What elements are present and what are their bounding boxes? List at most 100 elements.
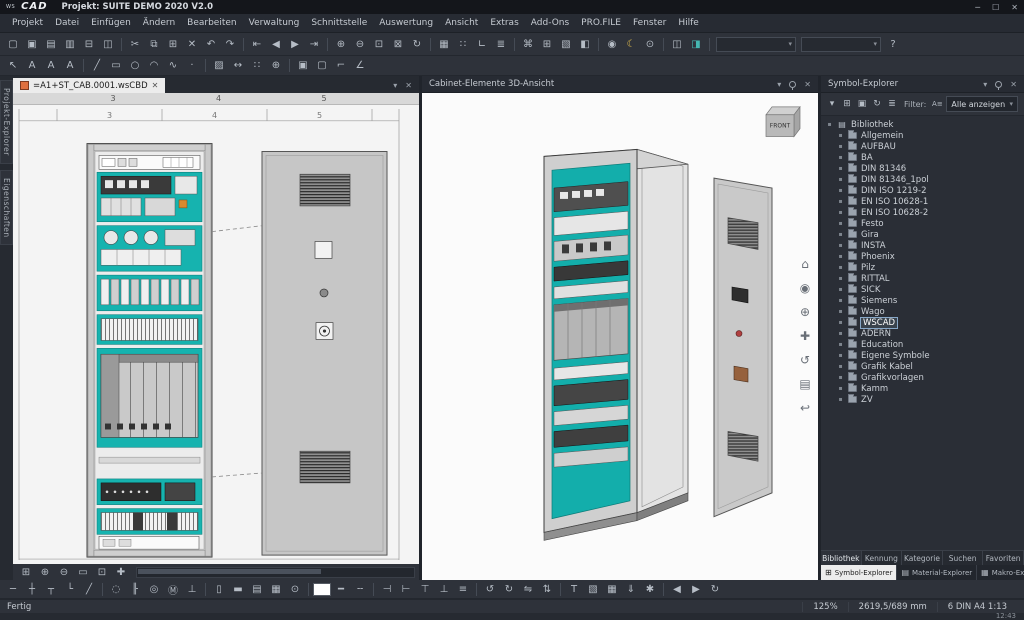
expander-icon[interactable]: ▪ bbox=[837, 363, 844, 370]
zoom-in-icon[interactable]: ⊕ bbox=[332, 37, 350, 52]
view-mode-icon[interactable]: ≣ bbox=[885, 97, 899, 112]
menu-ansicht[interactable]: Ansicht bbox=[439, 16, 484, 30]
image-tool-icon[interactable]: ▧ bbox=[584, 582, 602, 597]
view-tab-kategorie[interactable]: Kategorie bbox=[902, 551, 943, 565]
menu-verwaltung[interactable]: Verwaltung bbox=[243, 16, 306, 30]
tree-item-grafikvorlagen[interactable]: ▪Grafikvorlagen bbox=[826, 372, 1024, 383]
text-style-large-icon[interactable]: A bbox=[23, 58, 41, 73]
expander-icon[interactable]: ▪ bbox=[837, 275, 844, 282]
tree-item-aufbau[interactable]: ▪AUFBAU bbox=[826, 141, 1024, 152]
expander-icon[interactable]: ▪ bbox=[837, 143, 844, 150]
pdf-export-icon[interactable]: ⇓ bbox=[622, 582, 640, 597]
print-icon[interactable]: ⊟ bbox=[80, 37, 98, 52]
mirror-vertical-icon[interactable]: ⇅ bbox=[538, 582, 556, 597]
expander-icon[interactable]: ▪ bbox=[837, 231, 844, 238]
panel-tab-makro-explorer[interactable]: ▦Makro-Explorer bbox=[977, 565, 1024, 580]
draw-arc-icon[interactable]: ◠ bbox=[145, 58, 163, 73]
side-tab-eigenschaften[interactable]: Eigenschaften bbox=[0, 170, 13, 246]
mirror-horizontal-icon[interactable]: ⇋ bbox=[519, 582, 537, 597]
insert-node-icon[interactable]: ⊕ bbox=[267, 58, 285, 73]
draw-polyline-icon[interactable]: ∿ bbox=[164, 58, 182, 73]
tree-collapse-icon[interactable]: ▾ bbox=[825, 97, 839, 112]
text-style-medium-icon[interactable]: A bbox=[42, 58, 60, 73]
rotate-view-icon[interactable]: ↺ bbox=[797, 352, 813, 368]
tree-item-eigene-symbole[interactable]: ▪Eigene Symbole bbox=[826, 350, 1024, 361]
tree-item-gira[interactable]: ▪Gira bbox=[826, 229, 1024, 240]
view-tab-bibliothek[interactable]: Bibliothek bbox=[821, 551, 862, 565]
expander-icon[interactable]: ▪ bbox=[837, 220, 844, 227]
expander-icon[interactable]: ▪ bbox=[837, 253, 844, 260]
menu-einf-gen[interactable]: Einfügen bbox=[85, 16, 137, 30]
tree-item-zv[interactable]: ▪ZV bbox=[826, 394, 1024, 405]
undo-icon[interactable]: ↶ bbox=[202, 37, 220, 52]
expander-icon[interactable]: ▪ bbox=[837, 308, 844, 315]
drawing-2d-canvas[interactable]: 3 4 5 bbox=[13, 105, 419, 564]
tree-item-grafik-kabel[interactable]: ▪Grafik Kabel bbox=[826, 361, 1024, 372]
zoom-fit-icon[interactable]: ⊠ bbox=[389, 37, 407, 52]
menu-datei[interactable]: Datei bbox=[49, 16, 85, 30]
menu-auswertung[interactable]: Auswertung bbox=[373, 16, 439, 30]
panel-tab-material-explorer[interactable]: ▤Material-Explorer bbox=[897, 565, 977, 580]
expander-icon[interactable]: ▪ bbox=[837, 176, 844, 183]
view-tab-suchen[interactable]: Suchen bbox=[943, 551, 984, 565]
panel-menu-icon[interactable]: ▾ bbox=[777, 80, 781, 89]
view-tab-favoriten[interactable]: Favoriten bbox=[983, 551, 1024, 565]
redraw-icon[interactable]: ↻ bbox=[408, 37, 426, 52]
scale-combo[interactable]: ▾ bbox=[801, 37, 881, 52]
tree-item-education[interactable]: ▪Education bbox=[826, 339, 1024, 350]
ungroup-icon[interactable]: ▢ bbox=[313, 58, 331, 73]
material-browser-icon[interactable]: ▧ bbox=[557, 37, 575, 52]
filter-sort-icon[interactable]: A≡ bbox=[929, 97, 945, 112]
color-swatch[interactable] bbox=[313, 583, 331, 596]
menu-hilfe[interactable]: Hilfe bbox=[672, 16, 704, 30]
tree-item-wago[interactable]: ▪Wago bbox=[826, 306, 1024, 317]
horizontal-scrollbar[interactable] bbox=[136, 567, 415, 578]
new-document-icon[interactable]: ▢ bbox=[4, 37, 22, 52]
last-sheet-icon[interactable]: ⇥ bbox=[305, 37, 323, 52]
zoom-out-icon[interactable]: ⊖ bbox=[351, 37, 369, 52]
expander-icon[interactable]: ▪ bbox=[837, 385, 844, 392]
tree-root-bibliothek[interactable]: ▪ ▤ Bibliothek bbox=[826, 119, 1024, 130]
drill-view-icon[interactable]: ⊙ bbox=[286, 582, 304, 597]
coil-icon[interactable]: ◎ bbox=[145, 582, 163, 597]
ground-icon[interactable]: ⊥ bbox=[183, 582, 201, 597]
menu-add-ons[interactable]: Add-Ons bbox=[525, 16, 575, 30]
document-tab[interactable]: =A1+ST_CAB.0001.wsCBD ✕ bbox=[13, 78, 165, 93]
refresh-icon[interactable]: ↻ bbox=[870, 97, 884, 112]
expander-icon[interactable]: ▪ bbox=[837, 330, 844, 337]
pin-view-icon[interactable]: ⊙ bbox=[641, 37, 659, 52]
tree-item-adern[interactable]: ▪ADERN bbox=[826, 328, 1024, 339]
align-top-icon[interactable]: ⊤ bbox=[416, 582, 434, 597]
zoom-window-icon[interactable]: ⊡ bbox=[370, 37, 388, 52]
tree-item-festo[interactable]: ▪Festo bbox=[826, 218, 1024, 229]
tree-item-allgemein[interactable]: ▪Allgemein bbox=[826, 130, 1024, 141]
filter-combobox[interactable]: Alle anzeigen ▾ bbox=[946, 96, 1018, 112]
redo-icon[interactable]: ↷ bbox=[221, 37, 239, 52]
panel-close-icon[interactable]: ✕ bbox=[804, 80, 811, 89]
mounting-plate-icon[interactable]: ▦ bbox=[267, 582, 285, 597]
align-bottom-icon[interactable]: ⊥ bbox=[435, 582, 453, 597]
folder-open-icon[interactable]: ▣ bbox=[855, 97, 869, 112]
expander-icon[interactable]: ▪ bbox=[837, 187, 844, 194]
draw-circle-icon[interactable]: ○ bbox=[126, 58, 144, 73]
tab-bar-close-icon[interactable]: ✕ bbox=[405, 81, 412, 90]
help-icon[interactable]: ? bbox=[884, 37, 902, 52]
tree-item-siemens[interactable]: ▪Siemens bbox=[826, 295, 1024, 306]
tree-item-ba[interactable]: ▪BA bbox=[826, 152, 1024, 163]
menu-bearbeiten[interactable]: Bearbeiten bbox=[181, 16, 242, 30]
panel-tab-symbol-explorer[interactable]: ⊞Symbol-Explorer bbox=[821, 565, 897, 580]
hatch-icon[interactable]: ▨ bbox=[210, 58, 228, 73]
expander-icon[interactable]: ▪ bbox=[837, 319, 844, 326]
expander-icon[interactable]: ▪ bbox=[837, 165, 844, 172]
text-tool-icon[interactable]: T bbox=[565, 582, 583, 597]
expander-icon[interactable]: ▪ bbox=[837, 242, 844, 249]
symbol-browser-icon[interactable]: ⌘ bbox=[519, 37, 537, 52]
orbit-view-icon[interactable]: ◉ bbox=[797, 280, 813, 296]
cut-icon[interactable]: ✂ bbox=[126, 37, 144, 52]
viewer-3d-canvas[interactable]: FRONT ⌂◉⊕✚↺▤↩ bbox=[422, 93, 818, 580]
mounting-rail-icon[interactable]: ▬ bbox=[229, 582, 247, 597]
menu-fenster[interactable]: Fenster bbox=[627, 16, 672, 30]
motor-icon[interactable]: Ⓜ bbox=[164, 582, 182, 597]
expander-icon[interactable]: ▪ bbox=[837, 374, 844, 381]
save-all-icon[interactable]: ▥ bbox=[61, 37, 79, 52]
